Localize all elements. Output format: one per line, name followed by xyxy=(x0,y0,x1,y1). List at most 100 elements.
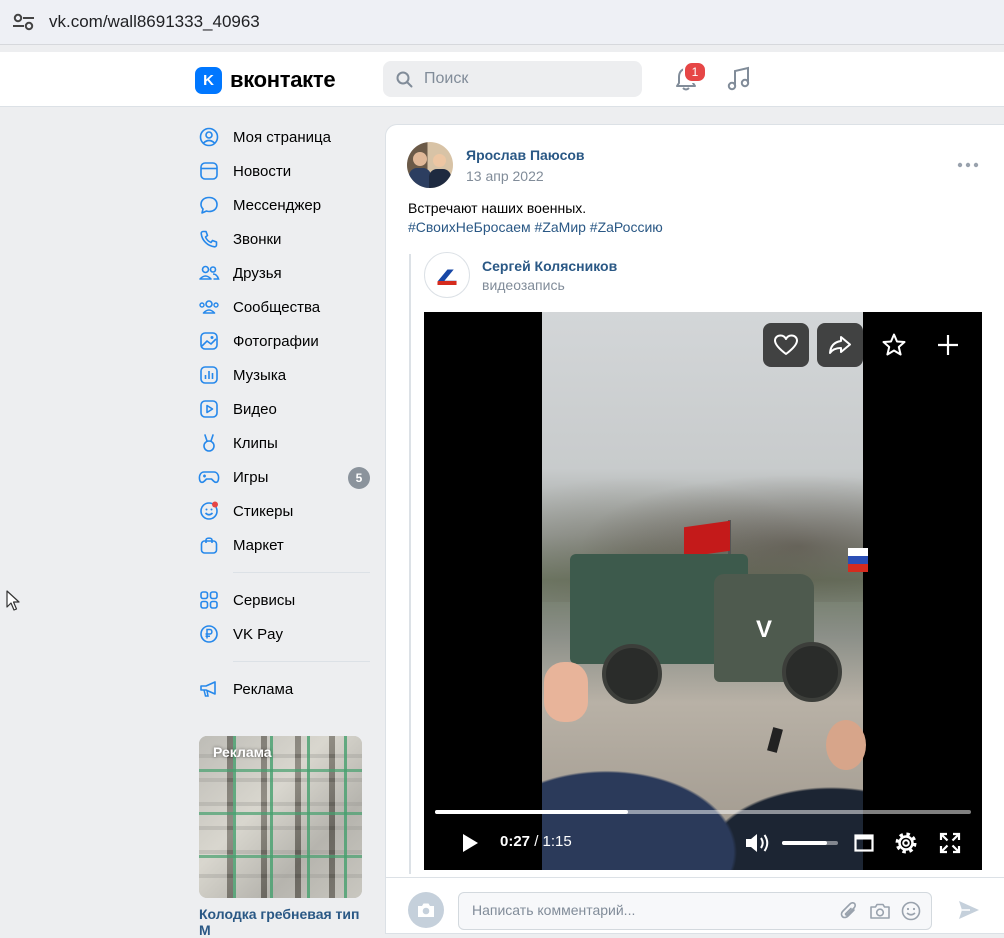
fullscreen-icon[interactable] xyxy=(939,832,961,854)
comment-placeholder: Написать комментарий... xyxy=(472,902,636,918)
sidebar-item-label: Мессенджер xyxy=(233,196,322,214)
sidebar-item-friends[interactable]: Друзья xyxy=(198,256,370,290)
paperclip-icon[interactable] xyxy=(839,901,859,921)
sidebar-item-label: Музыка xyxy=(233,366,287,384)
repost-type: видеозапись xyxy=(482,277,565,293)
communities-icon xyxy=(198,296,220,318)
post-date[interactable]: 13 апр 2022 xyxy=(466,168,544,184)
smile-icon[interactable] xyxy=(901,901,921,921)
sidebar-item-ads[interactable]: Реклама xyxy=(198,672,370,706)
notification-badge: 1 xyxy=(683,61,707,83)
games-count-badge: 5 xyxy=(348,467,370,489)
sidebar-item-label: Новости xyxy=(233,162,292,180)
friends-icon xyxy=(198,262,220,284)
more-icon[interactable] xyxy=(956,155,980,175)
sidebar-item-music[interactable]: Музыка xyxy=(198,358,370,392)
sidebar-item-games[interactable]: Игры 5 xyxy=(198,460,370,494)
post-text: Встречают наших военных. xyxy=(408,200,587,216)
author-avatar[interactable] xyxy=(407,142,453,188)
clips-icon xyxy=(198,432,220,454)
sidebar-item-photos[interactable]: Фотографии xyxy=(198,324,370,358)
play-icon[interactable] xyxy=(460,832,480,854)
sidebar-item-my-page[interactable]: Моя страница xyxy=(198,120,370,154)
comment-input[interactable]: Написать комментарий... xyxy=(458,892,932,930)
video-frame: V xyxy=(542,312,868,870)
mouse-cursor-icon xyxy=(6,590,20,611)
services-icon xyxy=(198,589,220,611)
sidebar-item-communities[interactable]: Сообщества xyxy=(198,290,370,324)
z-letter: Z xyxy=(436,257,458,293)
vk-logo-icon: K xyxy=(195,66,222,94)
sidebar-item-label: Маркет xyxy=(233,536,284,554)
sidebar-item-calls[interactable]: Звонки xyxy=(198,222,370,256)
like-button[interactable] xyxy=(763,323,809,367)
sidebar-item-clips[interactable]: Клипы xyxy=(198,426,370,460)
user-circle-icon xyxy=(198,126,220,148)
volume-icon[interactable] xyxy=(744,831,772,855)
sidebar-divider xyxy=(233,572,370,573)
repost-avatar[interactable]: Z xyxy=(424,252,470,298)
url-text[interactable]: vk.com/wall8691333_40963 xyxy=(49,12,260,32)
vkpay-icon xyxy=(198,623,220,645)
sidebar-item-label: Игры xyxy=(233,468,269,486)
market-icon xyxy=(198,534,220,556)
share-icon xyxy=(829,336,851,354)
sidebar-divider xyxy=(233,661,370,662)
sidebar: Моя страница Новости Мессенджер Звонки Д… xyxy=(198,120,370,706)
post-author[interactable]: Ярослав Паюсов xyxy=(466,147,585,163)
vk-logo[interactable]: K вконтакте xyxy=(195,66,336,94)
repost-line xyxy=(409,254,411,874)
news-icon xyxy=(198,160,220,182)
sidebar-item-stickers[interactable]: Стикеры xyxy=(198,494,370,528)
camera-outline-icon[interactable] xyxy=(869,901,891,921)
sidebar-item-label: Клипы xyxy=(233,434,278,452)
favorite-button[interactable] xyxy=(871,323,917,367)
sidebar-item-video[interactable]: Видео xyxy=(198,392,370,426)
add-video-button[interactable] xyxy=(925,323,971,367)
search-placeholder: Поиск xyxy=(424,70,469,87)
sidebar-item-label: Звонки xyxy=(233,230,282,248)
gamepad-icon xyxy=(198,466,220,488)
video-progress-fill xyxy=(435,810,628,814)
volume-slider[interactable] xyxy=(782,841,838,845)
star-icon xyxy=(882,333,906,356)
sidebar-item-label: Реклама xyxy=(233,680,294,698)
video-player[interactable]: V 0:27 / 1:15 xyxy=(424,312,982,870)
sidebar-item-news[interactable]: Новости xyxy=(198,154,370,188)
sidebar-item-market[interactable]: Маркет xyxy=(198,528,370,562)
russian-flag xyxy=(848,548,868,572)
photo-icon xyxy=(198,330,220,352)
miniplayer-icon[interactable] xyxy=(854,833,874,853)
camera-avatar[interactable] xyxy=(408,892,444,928)
sticker-icon xyxy=(198,500,220,522)
send-icon[interactable] xyxy=(957,898,981,922)
sidebar-item-label: Друзья xyxy=(233,264,282,282)
share-button[interactable] xyxy=(817,323,863,367)
settings-gear-icon[interactable] xyxy=(893,830,919,856)
sidebar-item-label: Сообщества xyxy=(233,298,321,316)
search-input[interactable]: Поиск xyxy=(383,61,642,97)
sidebar-item-messenger[interactable]: Мессенджер xyxy=(198,188,370,222)
sidebar-item-vkpay[interactable]: VK Pay xyxy=(198,617,370,651)
phone-icon xyxy=(198,228,220,250)
music-note-icon[interactable] xyxy=(726,65,752,93)
sidebar-item-label: VK Pay xyxy=(233,625,284,643)
ad-image[interactable]: Реклама xyxy=(199,736,362,898)
sidebar-item-label: Видео xyxy=(233,400,277,418)
video-time: 0:27 / 1:15 xyxy=(500,833,572,850)
wall-post: Ярослав Паюсов 13 апр 2022 Встречают наш… xyxy=(385,124,1004,934)
video-progress-bar[interactable] xyxy=(435,810,971,814)
ad-title[interactable]: Колодка гребневая тип М xyxy=(199,906,369,938)
volume-slider-fill xyxy=(782,841,827,845)
megaphone-icon xyxy=(198,678,220,700)
sidebar-item-label: Стикеры xyxy=(233,502,294,520)
site-settings-icon[interactable] xyxy=(10,11,38,33)
camera-icon xyxy=(418,903,434,917)
sidebar-item-services[interactable]: Сервисы xyxy=(198,583,370,617)
ad-image-straps xyxy=(199,736,362,898)
repost-author[interactable]: Сергей Колясников xyxy=(482,258,617,274)
post-hashtags[interactable]: #СвоихНеБросаем #ZaМир #ZaРоссию xyxy=(408,219,663,235)
comment-bar: Написать комментарий... xyxy=(386,877,1004,934)
video-current-time: 0:27 xyxy=(500,833,531,850)
message-icon xyxy=(198,194,220,216)
